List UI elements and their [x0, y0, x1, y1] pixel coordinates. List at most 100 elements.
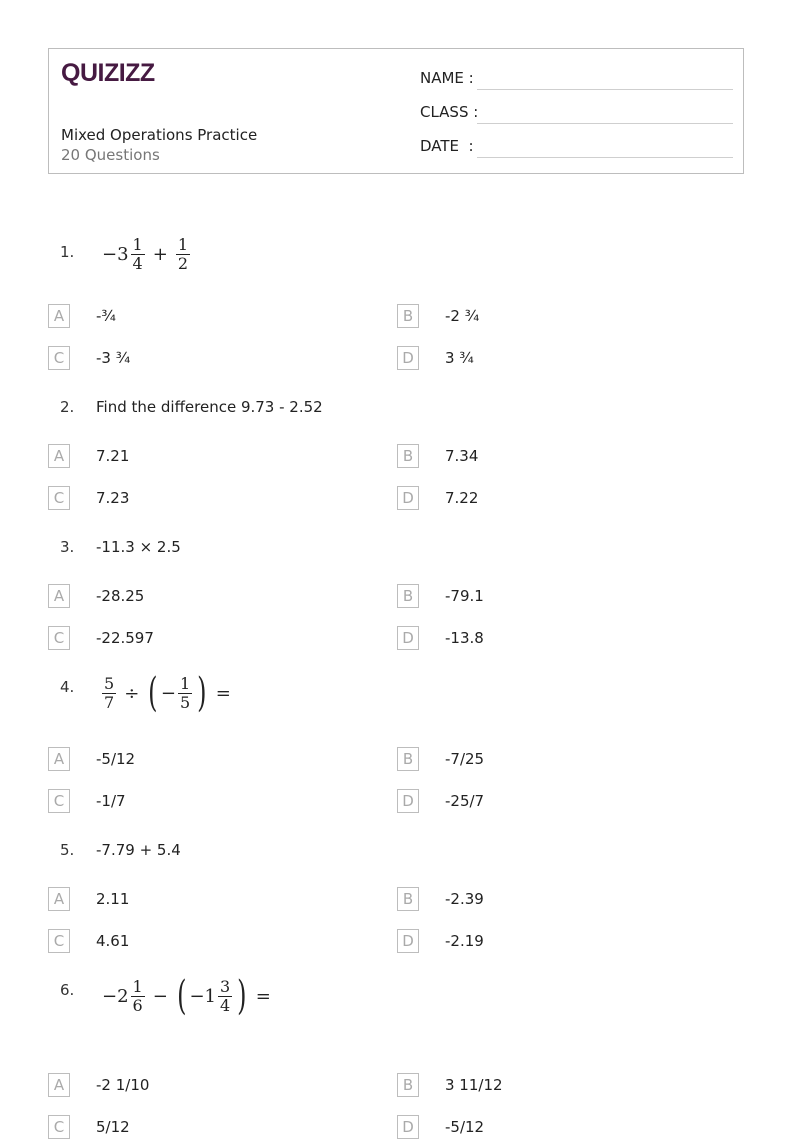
- question-math: −2 16 − ( −1 34 ) =: [102, 976, 277, 1016]
- right-paren: ): [197, 670, 207, 716]
- option-text[interactable]: -13.8: [445, 629, 484, 647]
- math-operator: −: [160, 682, 176, 704]
- option-letter-b[interactable]: B: [397, 444, 419, 468]
- option-letter-a[interactable]: A: [48, 444, 70, 468]
- option-letter-c[interactable]: C: [48, 789, 70, 813]
- numerator: 1: [175, 235, 191, 255]
- option-letter-d[interactable]: D: [397, 929, 419, 953]
- option-text[interactable]: -1/7: [96, 792, 126, 810]
- option-letter-c[interactable]: C: [48, 626, 70, 650]
- option-text[interactable]: -7/25: [445, 750, 484, 768]
- option-text[interactable]: -¾: [96, 307, 116, 325]
- option-letter-b[interactable]: B: [397, 584, 419, 608]
- fraction: 57: [102, 673, 117, 712]
- option-letter-a[interactable]: A: [48, 747, 70, 771]
- option-letter-c[interactable]: C: [48, 486, 70, 510]
- option-letter-d[interactable]: D: [397, 789, 419, 813]
- option-text[interactable]: 7.22: [445, 489, 478, 507]
- option-text[interactable]: 7.23: [96, 489, 129, 507]
- math-term: −1: [189, 985, 216, 1007]
- question-number: 1.: [60, 243, 75, 261]
- option-text[interactable]: 7.34: [445, 447, 478, 465]
- date-label: DATE :: [420, 137, 474, 155]
- question-text: -7.79 + 5.4: [96, 841, 181, 859]
- denominator: 2: [177, 253, 189, 273]
- question-number: 4.: [60, 678, 75, 696]
- question-text: Find the difference 9.73 - 2.52: [96, 398, 323, 416]
- option-text[interactable]: 3 11/12: [445, 1076, 503, 1094]
- numerator: 3: [217, 976, 233, 997]
- math-operator: =: [215, 682, 231, 704]
- option-letter-a[interactable]: A: [48, 1073, 70, 1097]
- option-letter-d[interactable]: D: [397, 1115, 419, 1139]
- option-text[interactable]: 7.21: [96, 447, 129, 465]
- denominator: 5: [179, 692, 191, 712]
- option-letter-c[interactable]: C: [48, 929, 70, 953]
- math-operator: −: [152, 985, 168, 1007]
- option-letter-a[interactable]: A: [48, 584, 70, 608]
- worksheet-title: Mixed Operations Practice: [61, 126, 258, 144]
- option-letter-d[interactable]: D: [397, 626, 419, 650]
- option-text[interactable]: 3 ¾: [445, 349, 474, 367]
- option-letter-d[interactable]: D: [397, 486, 419, 510]
- denominator: 4: [132, 253, 143, 273]
- option-text[interactable]: 5/12: [96, 1118, 130, 1136]
- option-letter-a[interactable]: A: [48, 887, 70, 911]
- math-term: −2: [102, 985, 129, 1007]
- class-label: CLASS :: [420, 103, 479, 121]
- option-letter-b[interactable]: B: [397, 747, 419, 771]
- option-text[interactable]: -2.19: [445, 932, 484, 950]
- date-line[interactable]: [477, 157, 733, 158]
- option-text[interactable]: -22.597: [96, 629, 154, 647]
- numerator: 5: [102, 673, 117, 694]
- option-text[interactable]: -2 ¾: [445, 307, 479, 325]
- option-text[interactable]: -5/12: [445, 1118, 484, 1136]
- question-number: 6.: [60, 981, 75, 999]
- worksheet-header: QUIZIZZ Mixed Operations Practice 20 Que…: [48, 48, 744, 174]
- right-paren: ): [237, 973, 247, 1019]
- question-math: 57 ÷ ( − 15 ) =: [100, 673, 237, 713]
- question-text: -11.3 × 2.5: [96, 538, 181, 556]
- math-operator: =: [255, 985, 271, 1007]
- denominator: 4: [219, 995, 231, 1015]
- math-operator: +: [152, 243, 168, 265]
- option-letter-b[interactable]: B: [397, 1073, 419, 1097]
- option-letter-c[interactable]: C: [48, 1115, 70, 1139]
- option-text[interactable]: 4.61: [96, 932, 129, 950]
- question-number: 2.: [60, 398, 75, 416]
- option-text[interactable]: -79.1: [445, 587, 484, 605]
- left-paren: (: [176, 973, 187, 1019]
- option-text[interactable]: -2 1/10: [96, 1076, 149, 1094]
- option-text[interactable]: -28.25: [96, 587, 144, 605]
- fraction: 34: [217, 976, 233, 1015]
- math-term: −3: [102, 243, 129, 265]
- quizizz-logo: QUIZIZZ: [61, 59, 155, 87]
- fraction: 12: [175, 235, 191, 273]
- numerator: 1: [130, 235, 145, 255]
- denominator: 7: [104, 692, 115, 712]
- option-text[interactable]: -2.39: [445, 890, 484, 908]
- name-label: NAME :: [420, 69, 474, 87]
- fraction: 16: [130, 976, 145, 1015]
- left-paren: (: [148, 670, 158, 716]
- option-text[interactable]: -5/12: [96, 750, 135, 768]
- option-letter-b[interactable]: B: [397, 887, 419, 911]
- fraction: 14: [130, 235, 145, 273]
- question-number: 3.: [60, 538, 75, 556]
- option-letter-a[interactable]: A: [48, 304, 70, 328]
- numerator: 1: [177, 673, 193, 694]
- math-operator: ÷: [124, 682, 140, 704]
- option-letter-c[interactable]: C: [48, 346, 70, 370]
- numerator: 1: [130, 976, 145, 997]
- class-line[interactable]: [477, 123, 733, 124]
- name-line[interactable]: [477, 89, 733, 90]
- fraction: 15: [177, 673, 193, 712]
- option-letter-b[interactable]: B: [397, 304, 419, 328]
- option-text[interactable]: 2.11: [96, 890, 129, 908]
- question-number: 5.: [60, 841, 75, 859]
- option-letter-d[interactable]: D: [397, 346, 419, 370]
- option-text[interactable]: -3 ¾: [96, 349, 130, 367]
- option-text[interactable]: -25/7: [445, 792, 484, 810]
- question-count: 20 Questions: [61, 146, 160, 164]
- denominator: 6: [132, 995, 143, 1015]
